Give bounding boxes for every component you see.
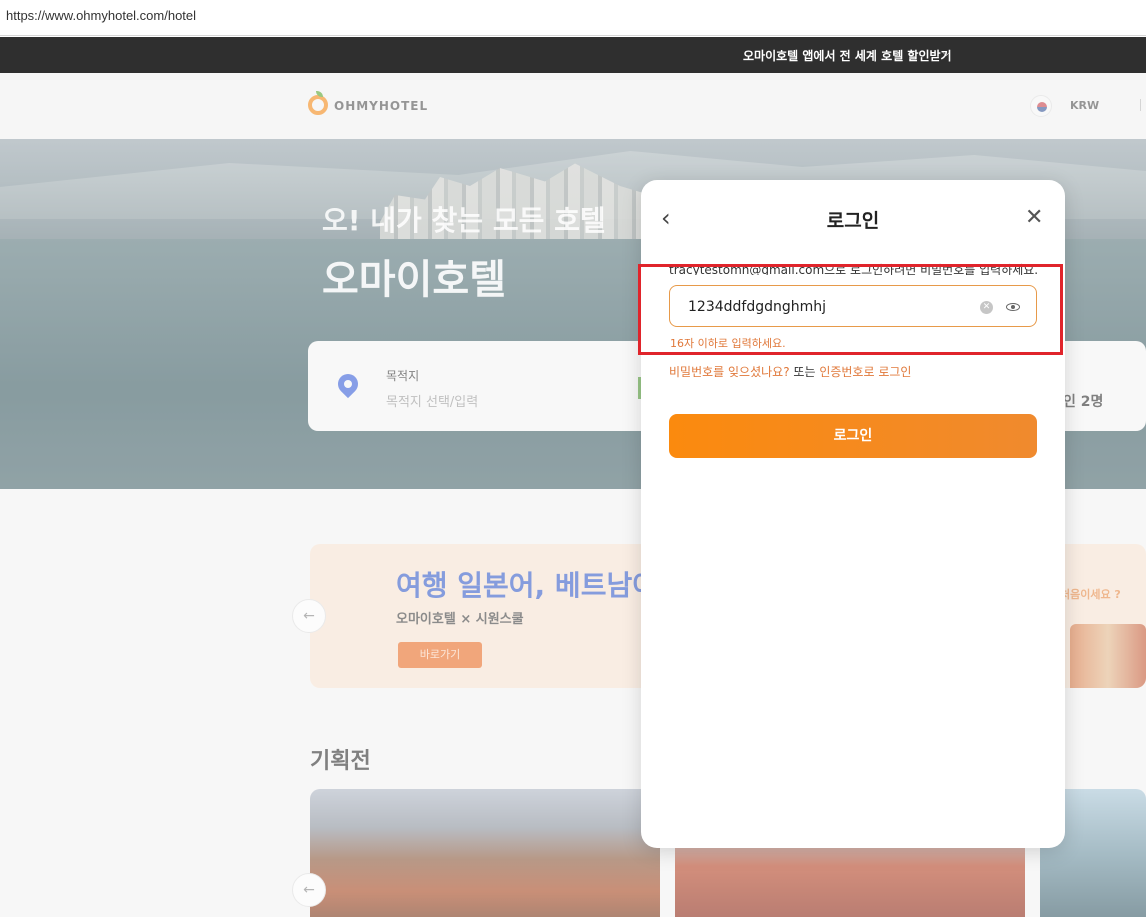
promo-text[interactable]: 오마이호텔 앱에서 전 세계 호텔 할인받기 (743, 47, 952, 64)
chevron-down-icon[interactable]: ⌵ (942, 46, 950, 60)
browser-address-bar[interactable]: https://www.ohmyhotel.com/hotel (0, 0, 1146, 36)
app-promo-bar[interactable]: 오마이호텔 앱에서 전 세계 호텔 할인받기 ⌵ (0, 37, 1146, 73)
code-login-link[interactable]: 인증번호로 로그인 (819, 365, 911, 379)
login-button[interactable]: 로그인 (669, 414, 1037, 458)
close-icon[interactable]: ✕ (1025, 206, 1047, 230)
recovery-links: 비밀번호를 잊으셨나요? 또는 인증번호로 로그인 (669, 363, 911, 380)
or-text: 또는 (789, 365, 820, 379)
url-text[interactable]: https://www.ohmyhotel.com/hotel (6, 8, 196, 23)
highlight-box (638, 264, 1063, 355)
modal-title: 로그인 (826, 210, 880, 232)
forgot-password-link[interactable]: 비밀번호를 잊으셨나요? (669, 365, 790, 379)
